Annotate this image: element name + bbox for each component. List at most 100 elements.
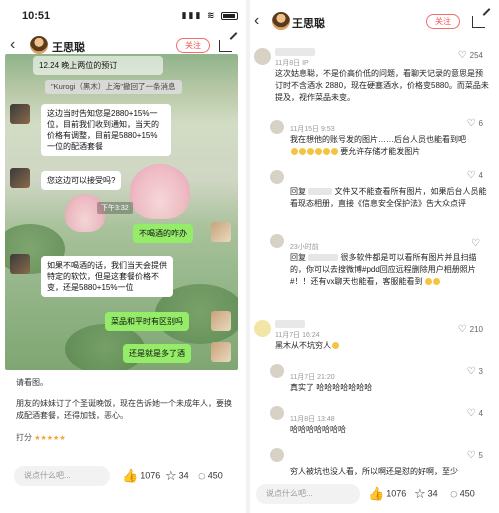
user-message-no-alcohol: 不喝酒的咋办	[133, 224, 193, 243]
reply-prefix: 回复	[290, 187, 306, 196]
thumbs-up-icon: ♡	[466, 118, 476, 129]
follow-button[interactable]: 关注	[176, 38, 210, 53]
star-count: 34	[178, 470, 189, 481]
reply-prefix: 回复	[290, 253, 306, 262]
comment-like-button[interactable]: ♡ 5	[467, 450, 483, 461]
commenter-avatar[interactable]	[270, 234, 284, 248]
comment-like-count: 3	[478, 367, 483, 376]
thumbs-up-icon: ♡	[466, 170, 476, 181]
comment-like-button[interactable]: ♡ 210	[458, 324, 483, 335]
user-avatar	[211, 342, 231, 362]
comment-text: 黑木从不坑穷人	[275, 340, 490, 352]
thumbs-up-icon: ♡	[471, 238, 480, 249]
comment-button[interactable]: ◌ 450	[198, 467, 223, 484]
comment-meta: 11月7日 16:24	[275, 332, 320, 339]
rating-row: 打分 ★★★★★	[16, 432, 66, 443]
left-bottom-bar: 说点什么吧... 👍 1076 ☆ 34 ◌ 450	[0, 462, 246, 494]
comment-text: 真实了 哈哈哈哈哈哈哈	[290, 383, 373, 392]
thumbs-up-icon: ♡	[466, 450, 476, 461]
post-content: 朋友的妹妹订了个圣诞晚饭，现在告诉她一个未成年人，要换成配酒套餐，还得加钱，恶心…	[16, 399, 232, 420]
rating-label: 打分	[16, 433, 32, 442]
author-name[interactable]: 王思聪	[292, 15, 325, 31]
comment-like-button[interactable]: ♡ 6	[467, 118, 483, 129]
comment-text: 回复 文件又不能查看所有图片，如果后台人员能看现态相册，直接《信息安全保护法》告…	[290, 186, 490, 210]
comment-text-main: 我在想他的账号发的图片……后台人员也能看到吧	[290, 135, 466, 144]
left-post-screen: 10:51 ▮▮▮ ≋ ‹ 王思聪 关注 12.24 晚上两位的预订 "Kuro…	[0, 0, 246, 513]
thumbs-up-icon: 👍	[368, 485, 385, 501]
battery-icon	[221, 11, 238, 20]
emoji-icon	[425, 278, 433, 286]
star-button[interactable]: ☆ 34	[414, 485, 438, 502]
comment-like-count: 254	[469, 51, 483, 60]
like-count: 1076	[140, 470, 161, 481]
emoji-icon	[330, 148, 338, 156]
comment-like-count: 4	[478, 409, 483, 418]
author-avatar[interactable]	[30, 36, 48, 54]
share-icon[interactable]	[472, 16, 485, 28]
commenter-avatar[interactable]	[270, 406, 284, 420]
like-button[interactable]: 👍 1076	[368, 485, 406, 502]
merchant-avatar	[10, 168, 30, 188]
emoji-icon	[290, 148, 298, 156]
comment-text-main: 黑木从不坑穷人	[275, 341, 331, 350]
blurred-username	[308, 254, 339, 262]
star-button[interactable]: ☆ 34	[165, 467, 189, 484]
thumbs-up-icon: 👍	[122, 467, 139, 483]
emoji-icon	[298, 148, 306, 156]
status-bar: 10:51 ▮▮▮ ≋	[0, 0, 246, 26]
commenter-avatar[interactable]	[254, 48, 271, 65]
emoji-icon	[306, 148, 314, 156]
comment-meta: 11月8日 13:48	[290, 416, 335, 423]
commenter-name-blurred[interactable]	[275, 48, 315, 56]
user-avatar	[211, 311, 231, 331]
commenter-avatar[interactable]	[270, 120, 284, 134]
post-header: ‹ 王思聪 关注	[250, 8, 499, 36]
emoji-icon	[433, 278, 441, 286]
comment-meta: 23小时前	[290, 244, 319, 251]
commenter-avatar[interactable]	[254, 320, 271, 337]
comment-text-tail: 要允许存储才能发图片	[340, 147, 421, 156]
comment-icon: ◌	[450, 485, 458, 501]
back-arrow-icon[interactable]: ‹	[10, 36, 15, 54]
blurred-username	[308, 188, 333, 196]
chat-screenshot-image[interactable]: 12.24 晚上两位的预订 "Kurogi（黑木）上海"撤回了一条消息 这边当时…	[5, 54, 238, 370]
comment-text: 哈哈哈哈哈哈哈	[290, 425, 346, 434]
commenter-avatar[interactable]	[270, 170, 284, 184]
back-arrow-icon[interactable]: ‹	[254, 12, 259, 30]
commenter-avatar[interactable]	[270, 448, 284, 462]
like-button[interactable]: 👍 1076	[122, 467, 160, 484]
comment-like-button[interactable]: ♡	[471, 238, 483, 249]
chat-top-text: 12.24 晚上两位的预订	[33, 56, 163, 75]
comment-like-button[interactable]: ♡ 3	[467, 366, 483, 377]
commenter-avatar[interactable]	[270, 364, 284, 378]
user-avatar	[211, 222, 231, 242]
comment-input[interactable]: 说点什么吧...	[256, 484, 360, 504]
comment-like-button[interactable]: ♡ 254	[458, 50, 483, 61]
share-icon[interactable]	[219, 40, 232, 52]
star-count: 34	[427, 488, 438, 499]
comment-text: 我在想他的账号发的图片……后台人员也能看到吧 要允许存储才能发图片	[290, 134, 490, 158]
chat-timestamp: 下午3:32	[97, 202, 133, 214]
comment-like-count: 6	[478, 119, 483, 128]
comment-meta: 11月7日 21:20	[290, 374, 335, 381]
commenter-name-blurred[interactable]	[275, 320, 305, 328]
follow-button[interactable]: 关注	[426, 14, 460, 29]
user-message-more-wine: 还是就是多了酒	[123, 344, 191, 363]
author-avatar[interactable]	[272, 12, 290, 30]
emoji-icon	[314, 148, 322, 156]
comment-like-button[interactable]: ♡ 4	[467, 170, 483, 181]
comment-meta: 11月15日 9:53	[290, 126, 335, 133]
comment-like-button[interactable]: ♡ 4	[467, 408, 483, 419]
comment-text: 这次姑息聪，不是价高价低的问题，看聊天记录的意思是预订时不含酒水 2880，现在…	[275, 69, 489, 102]
comment-like-count: 4	[478, 171, 483, 180]
status-icons: ▮▮▮ ≋	[182, 10, 238, 21]
post-intro: 请看图。	[16, 378, 48, 387]
emoji-icon	[322, 148, 330, 156]
comment-button[interactable]: ◌ 450	[450, 485, 475, 502]
comment-count: 450	[207, 470, 223, 481]
author-name[interactable]: 王思聪	[52, 39, 85, 55]
thumbs-up-icon: ♡	[457, 50, 467, 61]
lotus-flower	[130, 164, 190, 219]
comment-text: 穷人被坑也没人看，所以啊还是怼的好啊，至少	[290, 467, 458, 476]
comment-input[interactable]: 说点什么吧...	[14, 466, 110, 486]
